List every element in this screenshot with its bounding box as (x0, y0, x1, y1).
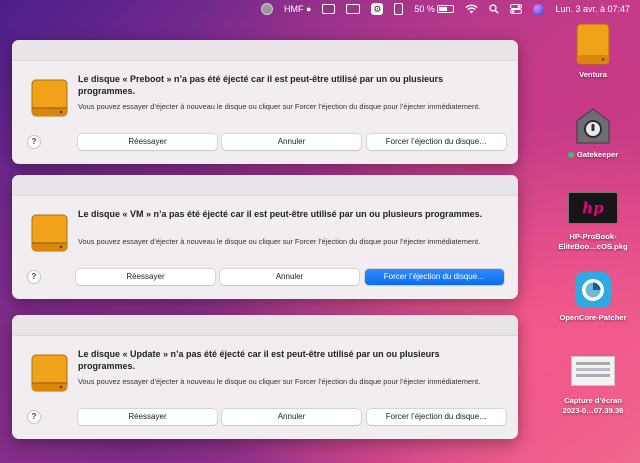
display-icon[interactable] (346, 2, 361, 16)
force-eject-button[interactable]: Forcer l’éjection du disque… (367, 409, 506, 425)
desktop-icon-label-line2: EliteBoo…cOS.pkg (558, 242, 628, 251)
dialog-message: Vous pouvez essayer d’éjecter à nouveau … (78, 237, 481, 246)
control-center-icon[interactable] (510, 2, 523, 16)
retry-button[interactable]: Réessayer (78, 134, 217, 150)
menubar-clock[interactable]: Lun. 3 avr. à 07:47 (555, 2, 630, 16)
desktop-icon-label-line1: HP-ProBook- (569, 232, 617, 241)
dialog-title: Le disque « Update » n’a pas été éjecté … (78, 349, 440, 371)
user-switch-icon[interactable] (260, 2, 273, 16)
eject-dialog-vm: Le disque « VM » n’a pas été éjecté car … (12, 175, 518, 299)
eject-dialog-preboot: Le disque « Preboot » n’a pas été éjecté… (12, 40, 518, 164)
keyboard-icon[interactable] (394, 2, 404, 16)
menu-bar: HMF ● ⚙ 50 % Lun. 3 avr. à 07:47 (0, 0, 640, 18)
lock-house-icon (576, 108, 610, 144)
dialog-titlebar (12, 175, 518, 196)
dialog-titlebar (12, 40, 518, 61)
external-disk-icon (576, 23, 610, 65)
desktop-icon-label: Gatekeeper (576, 150, 619, 159)
help-button[interactable]: ? (27, 410, 41, 424)
hp-logo-icon: hp (568, 192, 618, 224)
force-eject-button[interactable]: Forcer l’éjection du disque… (367, 134, 506, 150)
desktop-icon-label: OpenCore-Patcher (559, 313, 627, 322)
external-disk-icon (31, 79, 68, 117)
battery-icon (437, 5, 455, 13)
wifi-icon[interactable] (465, 2, 479, 16)
cancel-button[interactable]: Annuler (222, 409, 361, 425)
dialog-title: Le disque « VM » n’a pas été éjecté car … (78, 209, 483, 219)
hmf-status-item[interactable]: HMF ● (284, 2, 311, 16)
desktop-icon-opencore-patcher[interactable]: OpenCore-Patcher (555, 271, 631, 323)
dialog-title: Le disque « Preboot » n’a pas été éjecté… (78, 74, 444, 96)
desktop-icon-screenshot[interactable]: Capture d’écran 2023-0…07.39.36 (555, 356, 631, 416)
screenshot-thumbnail-icon (571, 356, 615, 386)
apple-small-icon: ● (305, 4, 312, 14)
dialog-message: Vous pouvez essayer d’éjecter à nouveau … (78, 377, 481, 386)
siri-icon[interactable] (533, 2, 545, 16)
force-eject-button[interactable]: Forcer l’éjection du disque… (365, 269, 504, 285)
external-disk-icon (31, 354, 68, 392)
cancel-button[interactable]: Annuler (222, 134, 361, 150)
desktop-icon-hp-package[interactable]: hp HP-ProBook- EliteBoo…cOS.pkg (555, 192, 631, 252)
desktop-icon-label: Ventura (579, 70, 607, 79)
desktop-icon-label-line1: Capture d’écran (564, 396, 622, 405)
battery-percent: 50 % (414, 4, 435, 14)
eject-dialog-update: Le disque « Update » n’a pas été éjecté … (12, 315, 518, 439)
hmf-label: HMF (283, 4, 304, 14)
camera-icon[interactable] (322, 2, 336, 16)
hp-logo-text: hp (582, 199, 604, 217)
help-button[interactable]: ? (27, 135, 41, 149)
tag-dot-icon (567, 152, 574, 158)
desktop-icon-gatekeeper[interactable]: Gatekeeper (555, 106, 631, 160)
opencore-patcher-icon (575, 272, 611, 308)
desktop-icon-ventura[interactable]: Ventura (555, 22, 631, 80)
desktop-icon-label-line2: 2023-0…07.39.36 (562, 406, 624, 415)
settings-gear-icon[interactable]: ⚙ (371, 2, 384, 16)
battery-status[interactable]: 50 % (414, 2, 455, 16)
retry-button[interactable]: Réessayer (78, 409, 217, 425)
dialog-message: Vous pouvez essayer d’éjecter à nouveau … (78, 102, 481, 111)
dialog-titlebar (12, 315, 518, 336)
cancel-button[interactable]: Annuler (220, 269, 359, 285)
retry-button[interactable]: Réessayer (76, 269, 215, 285)
help-button[interactable]: ? (27, 270, 41, 284)
spotlight-search-icon[interactable] (489, 2, 500, 16)
external-disk-icon (31, 214, 68, 252)
